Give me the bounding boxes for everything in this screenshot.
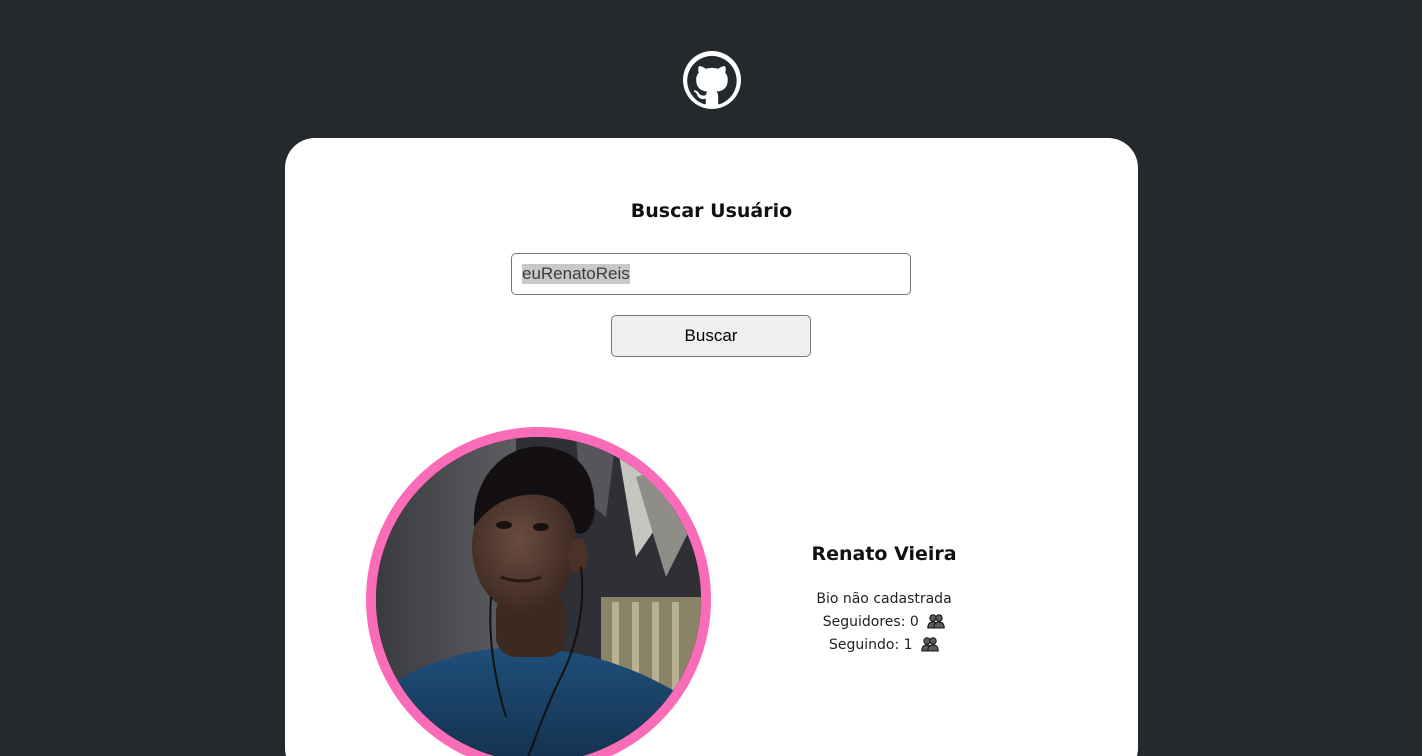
profile-bio-text: Bio não cadastrada — [816, 591, 952, 607]
user-avatar-photo — [376, 437, 701, 756]
people-icon — [921, 637, 939, 652]
followers-count: Seguidores: 0 — [751, 614, 1017, 630]
username-search-input[interactable]: euRenatoReis — [511, 253, 911, 295]
search-card: Buscar Usuário euRenatoReis Buscar Renat… — [285, 138, 1138, 756]
search-button[interactable]: Buscar — [611, 315, 811, 357]
github-logo-icon — [683, 51, 741, 109]
following-count: Seguindo: 1 — [751, 637, 1017, 653]
profile-bio: Bio não cadastrada — [751, 591, 1017, 607]
people-icon — [927, 614, 945, 629]
page-title: Buscar Usuário — [630, 200, 793, 222]
avatar — [366, 427, 711, 756]
profile-name: Renato Vieira — [811, 543, 957, 565]
followers-label: Seguidores: 0 — [822, 614, 919, 630]
search-input-value: euRenatoReis — [522, 264, 630, 284]
following-label: Seguindo: 1 — [828, 637, 913, 653]
page: Buscar Usuário euRenatoReis Buscar Renat… — [0, 0, 1422, 756]
